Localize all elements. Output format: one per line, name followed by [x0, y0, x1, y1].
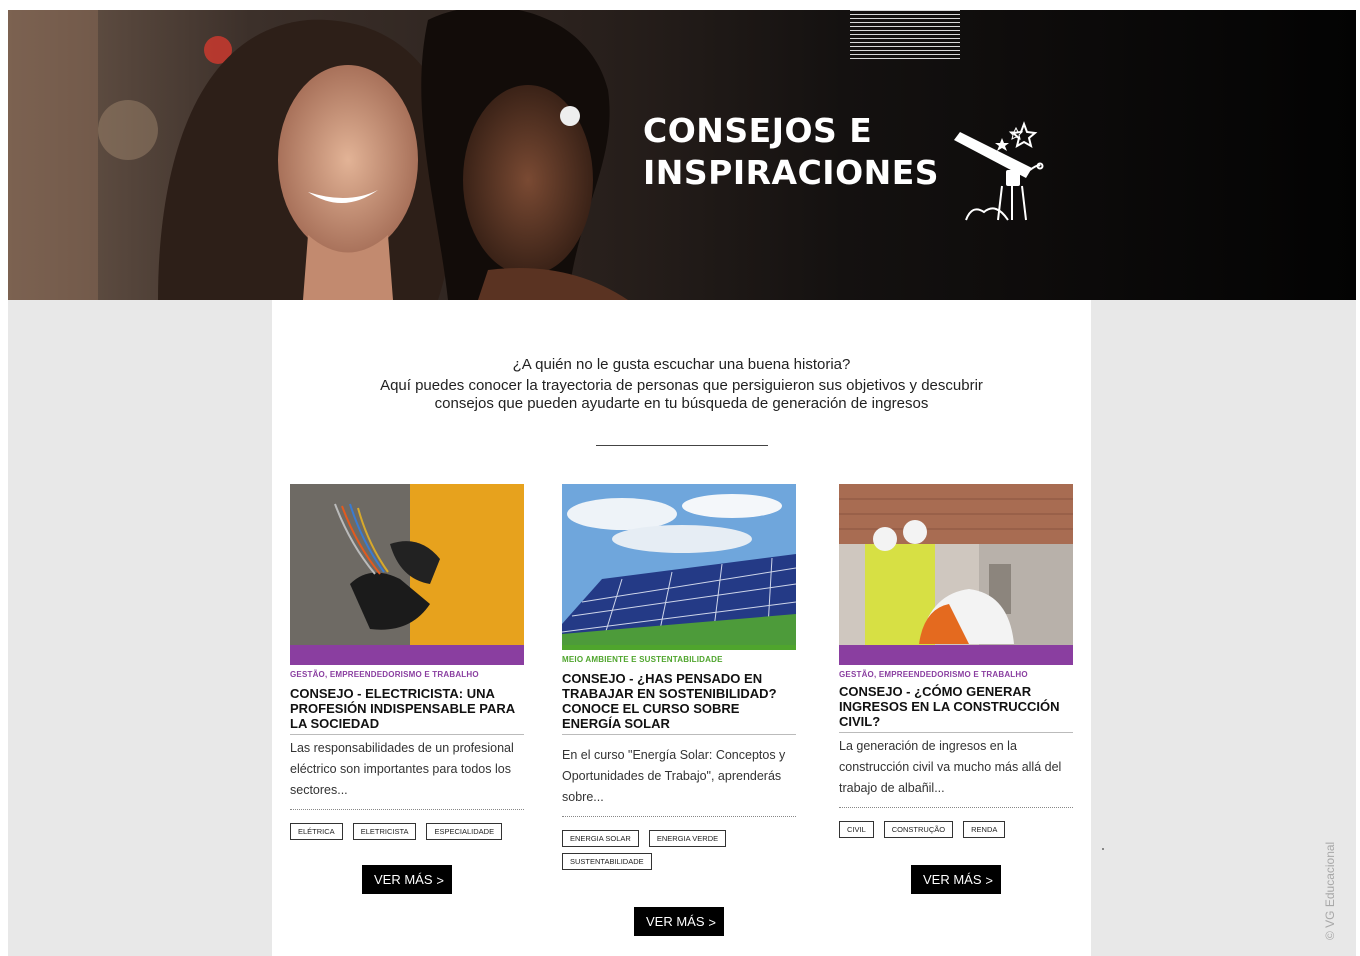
- intro-text: Aquí puedes conocer la trayectoria de pe…: [380, 377, 983, 412]
- tag[interactable]: ELETRICISTA: [352, 823, 417, 840]
- card-image[interactable]: [562, 484, 796, 645]
- article-card-construccion: GESTÃO, EMPREENDEDORISMO E TRABALHO CONS…: [839, 484, 1073, 838]
- chevron-right-icon: >: [436, 873, 444, 888]
- tag[interactable]: CIVIL: [839, 821, 874, 838]
- page-title: CONSEJOS E INSPIRACIONES: [643, 111, 940, 192]
- dotted-divider: [290, 809, 524, 810]
- button-label: VER MÁS: [923, 872, 982, 887]
- tag[interactable]: ENERGIA SOLAR: [562, 830, 639, 847]
- tag[interactable]: SUSTENTABILIDADE: [562, 853, 652, 870]
- tag[interactable]: CONSTRUÇÃO: [883, 821, 954, 838]
- tag-list: ENERGIA SOLAR ENERGIA VERDE SUSTENTABILI…: [562, 830, 796, 870]
- dotted-divider: [562, 816, 796, 817]
- stray-dot: [1102, 848, 1104, 850]
- chevron-right-icon: >: [985, 873, 993, 888]
- divider: [596, 445, 768, 446]
- category-bar: [839, 645, 1073, 665]
- card-description: La generación de ingresos en la construc…: [839, 739, 1062, 795]
- tag[interactable]: ENERGIA VERDE: [648, 830, 727, 847]
- hero-banner: CONSEJOS E INSPIRACIONES: [8, 10, 1356, 300]
- dotted-divider: [839, 807, 1073, 808]
- tag[interactable]: RENDA: [963, 821, 1006, 838]
- ver-mas-button[interactable]: VER MÁS >: [911, 865, 1001, 894]
- card-title[interactable]: CONSEJO - ¿HAS PENSADO EN TRABAJAR EN SO…: [562, 671, 796, 731]
- category-bar: [562, 645, 796, 650]
- article-card-energia-solar: MEIO AMBIENTE E SUSTENTABILIDADE CONSEJO…: [562, 484, 796, 870]
- category-bar: [290, 645, 524, 665]
- tag[interactable]: ESPECIALIDADE: [426, 823, 503, 840]
- title-rule: [562, 734, 796, 735]
- title-rule: [839, 732, 1073, 733]
- ver-mas-button[interactable]: VER MÁS >: [362, 865, 452, 894]
- copyright-credit: © VG Educacional: [1323, 841, 1337, 940]
- intro-question: ¿A quién no le gusta escuchar una buena …: [512, 356, 851, 373]
- decorative-stripes: [850, 10, 960, 62]
- card-title[interactable]: CONSEJO - ¿CÓMO GENERAR INGRESOS EN LA C…: [839, 684, 1073, 729]
- card-description: En el curso "Energía Solar: Conceptos y …: [562, 748, 786, 804]
- card-title[interactable]: CONSEJO - ELECTRICISTA: UNA PROFESIÓN IN…: [290, 686, 524, 731]
- content-panel: ¿A quién no le gusta escuchar una buena …: [272, 300, 1091, 956]
- button-label: VER MÁS: [374, 872, 433, 887]
- tag-list: ELÉTRICA ELETRICISTA ESPECIALIDADE: [290, 823, 524, 840]
- telescope-icon: [954, 121, 1044, 221]
- title-rule: [290, 734, 524, 735]
- tag[interactable]: ELÉTRICA: [290, 823, 343, 840]
- tag-list: CIVIL CONSTRUÇÃO RENDA: [839, 821, 1073, 838]
- card-image[interactable]: [839, 484, 1073, 645]
- category-label: MEIO AMBIENTE E SUSTENTABILIDADE: [562, 655, 723, 664]
- card-image[interactable]: [290, 484, 524, 645]
- card-description: Las responsabilidades de un profesional …: [290, 741, 514, 797]
- chevron-right-icon: >: [708, 915, 716, 930]
- category-label: GESTÃO, EMPREENDEDORISMO E TRABALHO: [290, 670, 479, 679]
- button-label: VER MÁS: [646, 914, 705, 929]
- ver-mas-button[interactable]: VER MÁS >: [634, 907, 724, 936]
- category-label: GESTÃO, EMPREENDEDORISMO E TRABALHO: [839, 670, 1028, 679]
- article-card-electricista: GESTÃO, EMPREENDEDORISMO E TRABALHO CONS…: [290, 484, 524, 840]
- page-frame: CONSEJOS E INSPIRACIONES ¿A quién no le …: [8, 10, 1356, 956]
